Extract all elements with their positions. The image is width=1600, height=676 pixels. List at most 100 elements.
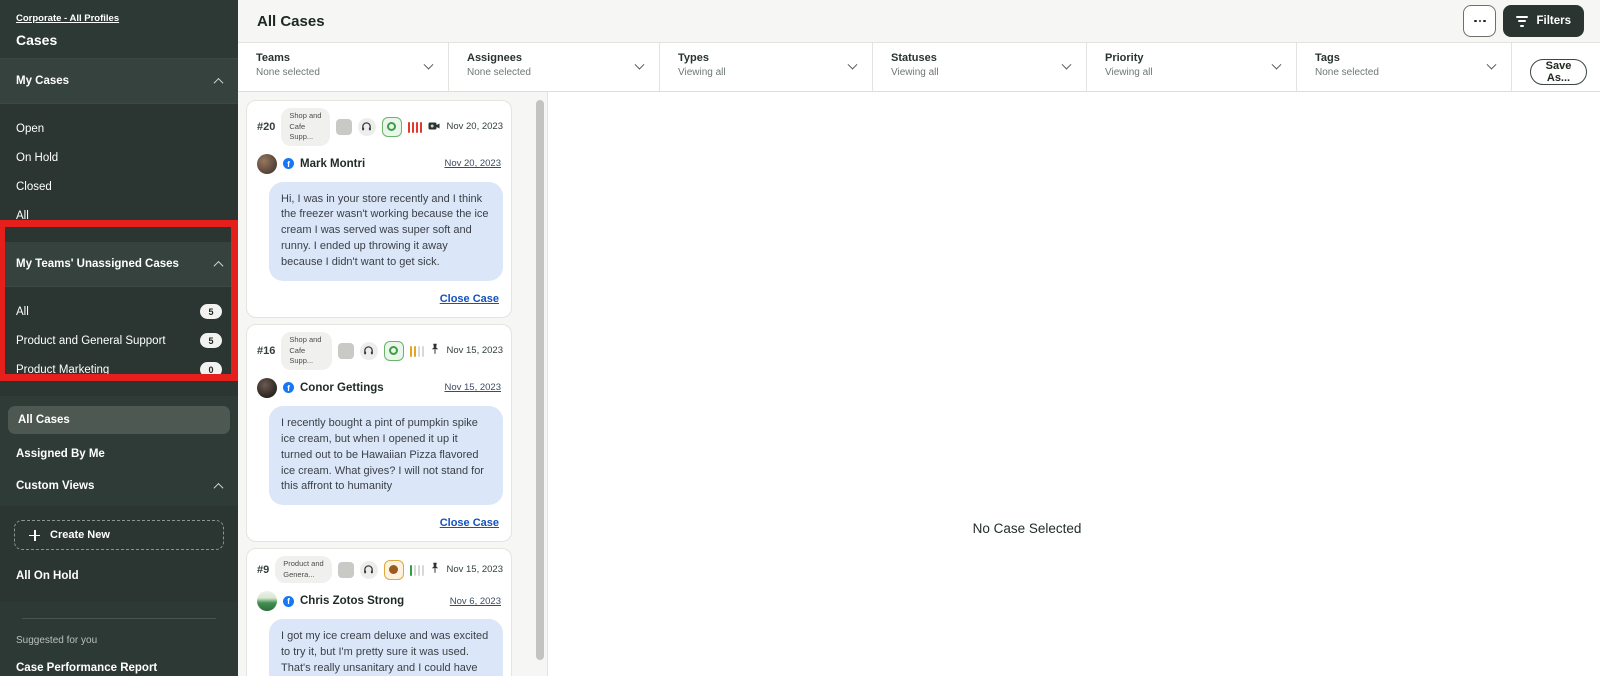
page-header: All Cases Filters <box>238 0 1600 42</box>
author-name: Conor Gettings <box>300 381 384 394</box>
chevron-down-icon <box>1061 59 1072 70</box>
sidebar-item-open[interactable]: Open <box>0 114 238 143</box>
message-date-link[interactable]: Nov 20, 2023 <box>444 158 501 169</box>
sidebar-item-unassigned-all[interactable]: All 5 <box>0 297 238 326</box>
empty-state-text: No Case Selected <box>972 521 1082 536</box>
save-as-button[interactable]: Save As... <box>1530 58 1587 85</box>
headset-icon <box>359 560 378 579</box>
sidebar-item-product-marketing[interactable]: Product Marketing 0 <box>0 355 238 384</box>
ellipsis-icon <box>1474 19 1477 23</box>
pushpin-icon <box>430 561 440 579</box>
section-my-cases-label: My Cases <box>16 75 70 87</box>
chevron-down-icon <box>423 59 434 70</box>
assignee-avatar-placeholder <box>335 118 352 135</box>
filter-tags[interactable]: Tags None selected <box>1297 43 1512 91</box>
case-list: #20 Shop and Cafe Supp... Nov 20, 2023 f… <box>238 92 547 676</box>
case-date: Nov 15, 2023 <box>446 564 503 576</box>
count-badge: 0 <box>200 362 222 377</box>
filter-types[interactable]: Types Viewing all <box>660 43 873 91</box>
close-case-link[interactable]: Close Case <box>440 293 499 305</box>
suggested-section: Suggested for you Case Performance Repor… <box>0 619 238 674</box>
sidebar-title: Cases <box>16 32 58 48</box>
suggested-label: Suggested for you <box>16 635 98 646</box>
team-pill: Shop and Cafe Supp... <box>281 108 330 146</box>
views-section: All Cases Assigned By Me Custom Views <box>0 396 238 506</box>
author-row: f Conor Gettings Nov 15, 2023 <box>247 375 511 404</box>
status-open-icon <box>381 116 402 137</box>
more-options-button[interactable] <box>1463 5 1497 37</box>
team-pill: Shop and Cafe Supp... <box>281 332 332 370</box>
case-detail-panel: No Case Selected <box>547 92 1600 676</box>
author-row: f Mark Montri Nov 20, 2023 <box>247 151 511 180</box>
camera-icon <box>428 118 440 136</box>
facebook-icon: f <box>283 158 294 169</box>
close-case-link[interactable]: Close Case <box>440 517 499 529</box>
section-my-cases[interactable]: My Cases <box>0 59 238 104</box>
page-title: All Cases <box>257 12 325 30</box>
app-window: Corporate - All Profiles Cases My Cases … <box>0 0 1600 676</box>
headset-icon <box>359 341 378 360</box>
filter-teams[interactable]: Teams None selected <box>238 43 449 91</box>
section-custom-views[interactable]: Custom Views <box>0 470 238 502</box>
status-open-icon <box>383 340 404 361</box>
section-unassigned-label: My Teams' Unassigned Cases <box>16 258 179 270</box>
avatar <box>257 591 277 612</box>
sidebar-item-all-cases[interactable]: All Cases <box>8 406 230 434</box>
team-pill: Product and Genera... <box>275 556 332 584</box>
sidebar-header: Corporate - All Profiles Cases <box>0 0 238 59</box>
chevron-down-icon <box>634 59 645 70</box>
author-name: Chris Zotos Strong <box>300 595 405 608</box>
case-card-header: #20 Shop and Cafe Supp... Nov 20, 2023 <box>247 101 511 151</box>
status-on-hold-icon <box>383 559 404 580</box>
close-case-row: Close Case <box>247 509 511 541</box>
message-date-link[interactable]: Nov 15, 2023 <box>444 382 501 393</box>
breadcrumb[interactable]: Corporate - All Profiles <box>16 13 119 24</box>
priority-medium-bars-icon <box>409 345 425 357</box>
case-card[interactable]: #9 Product and Genera... Nov 15, 2023 f … <box>246 548 512 676</box>
chevron-down-icon <box>1271 59 1282 70</box>
header-actions: Filters <box>1463 5 1584 37</box>
pushpin-icon <box>430 342 440 360</box>
assignee-avatar-placeholder <box>337 561 354 578</box>
avatar <box>257 153 277 174</box>
section-unassigned-cases[interactable]: My Teams' Unassigned Cases <box>0 242 238 287</box>
message-bubble: I got my ice cream deluxe and was excite… <box>269 619 503 676</box>
sidebar-item-on-hold[interactable]: On Hold <box>0 143 238 172</box>
case-number: #20 <box>257 120 276 133</box>
sidebar-item-assigned-by-me[interactable]: Assigned By Me <box>0 438 238 470</box>
headset-icon <box>357 117 376 136</box>
my-cases-items: Open On Hold Closed All <box>0 104 238 242</box>
author-row: f Chris Zotos Strong Nov 6, 2023 <box>247 588 511 617</box>
chevron-up-icon <box>213 260 224 271</box>
filter-icon <box>1516 15 1529 27</box>
unassigned-items: All 5 Product and General Support 5 Prod… <box>0 287 238 396</box>
case-card[interactable]: #16 Shop and Cafe Supp... Nov 15, 2023 f… <box>246 324 512 543</box>
message-date-link[interactable]: Nov 6, 2023 <box>450 596 501 607</box>
filters-button[interactable]: Filters <box>1503 5 1584 37</box>
priority-low-bars-icon <box>409 564 425 576</box>
list-scrollbar[interactable] <box>536 100 544 660</box>
case-date: Nov 15, 2023 <box>446 345 503 357</box>
filter-priority[interactable]: Priority Viewing all <box>1087 43 1297 91</box>
sidebar-item-all[interactable]: All <box>0 201 238 230</box>
count-badge: 5 <box>200 333 222 348</box>
sidebar-item-case-performance-report[interactable]: Case Performance Report <box>16 662 222 674</box>
create-new-button[interactable]: Create New <box>14 520 224 550</box>
sidebar-item-product-general-support[interactable]: Product and General Support 5 <box>0 326 238 355</box>
message-bubble: I recently bought a pint of pumpkin spik… <box>269 405 503 506</box>
case-card-header: #16 Shop and Cafe Supp... Nov 15, 2023 <box>247 325 511 375</box>
filter-bar: Teams None selected Assignees None selec… <box>238 42 1600 92</box>
avatar <box>257 377 277 398</box>
case-card[interactable]: #20 Shop and Cafe Supp... Nov 20, 2023 f… <box>246 100 512 319</box>
case-number: #16 <box>257 344 276 357</box>
chevron-down-icon <box>1486 59 1497 70</box>
filter-statuses[interactable]: Statuses Viewing all <box>873 43 1087 91</box>
case-date: Nov 20, 2023 <box>446 121 503 133</box>
facebook-icon: f <box>283 382 294 394</box>
sidebar-item-closed[interactable]: Closed <box>0 172 238 201</box>
message-bubble: Hi, I was in your store recently and I t… <box>269 181 503 282</box>
sidebar-item-all-on-hold[interactable]: All On Hold <box>0 560 238 592</box>
sidebar: Corporate - All Profiles Cases My Cases … <box>0 0 238 676</box>
close-case-row: Close Case <box>247 285 511 317</box>
filter-assignees[interactable]: Assignees None selected <box>449 43 660 91</box>
